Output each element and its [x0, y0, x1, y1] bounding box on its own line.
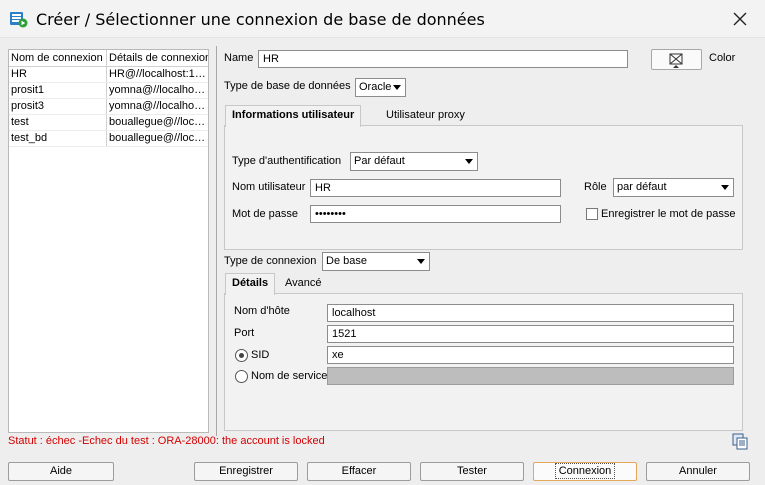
copy-icon[interactable] — [732, 433, 749, 450]
sid-radio[interactable] — [235, 349, 248, 362]
tab-proxy-user[interactable]: Utilisateur proxy — [380, 106, 471, 127]
status-message: Statut : échec -Echec du test : ORA-2800… — [8, 435, 325, 447]
connection-list-header: Nom de connexion Détails de connexion — [9, 50, 208, 67]
connection-row-test[interactable]: test bouallegue@//localhost:1521/xe — [9, 115, 208, 131]
connection-name: test_bd — [9, 131, 107, 146]
tab-user-info[interactable]: Informations utilisateur — [225, 105, 362, 127]
service-name-radio[interactable] — [235, 370, 248, 383]
name-field[interactable]: HR — [258, 50, 628, 68]
password-field[interactable]: •••••••• — [310, 205, 561, 223]
chevron-down-icon — [393, 85, 401, 90]
connection-details: bouallegue@//localhost:1521/xe — [109, 116, 208, 128]
chevron-down-icon — [721, 185, 729, 190]
auth-type-select[interactable]: Par défaut — [350, 152, 478, 171]
connection-details: HR@//localhost:1521/xe — [109, 68, 208, 80]
auth-type-value: Par défaut — [354, 155, 405, 167]
service-name-field — [327, 367, 734, 385]
color-label: Color — [709, 52, 736, 64]
connect-button-label: Connexion — [554, 463, 616, 479]
window-title: Créer / Sélectionner une connexion de ba… — [36, 10, 485, 29]
help-button[interactable]: Aide — [8, 462, 114, 481]
connection-details: bouallegue@//localhost:1521/xe — [109, 132, 208, 144]
username-field[interactable]: HR — [310, 179, 561, 197]
tab-advanced[interactable]: Avancé — [279, 274, 328, 295]
password-label: Mot de passe — [232, 208, 299, 220]
test-button[interactable]: Tester — [420, 462, 524, 481]
color-button[interactable] — [651, 49, 702, 70]
connection-name: HR — [9, 67, 107, 82]
chevron-down-icon — [417, 259, 425, 264]
host-label: Nom d'hôte — [234, 305, 290, 317]
db-type-label: Type de base de données — [224, 80, 351, 92]
host-field[interactable]: localhost — [327, 304, 734, 322]
close-icon — [733, 12, 747, 26]
clear-button[interactable]: Effacer — [307, 462, 411, 481]
connection-details: yomna@//localhost:1521/xe — [109, 100, 208, 112]
db-type-value: Oracle — [359, 81, 392, 93]
port-field[interactable]: 1521 — [327, 325, 734, 343]
splitter[interactable] — [216, 46, 217, 436]
database-connection-icon — [10, 12, 28, 28]
db-type-select[interactable]: Oracle — [355, 78, 406, 97]
role-select[interactable]: par défaut — [613, 178, 734, 197]
connect-button[interactable]: Connexion — [533, 462, 637, 481]
sid-field[interactable]: xe — [327, 346, 734, 364]
name-label: Name — [224, 52, 254, 64]
dialog-body: Nom de connexion Détails de connexion HR… — [0, 38, 765, 485]
connection-details: yomna@//localhost:1521/xe — [109, 84, 208, 96]
chevron-down-icon — [465, 159, 473, 164]
tab-details[interactable]: Détails — [225, 273, 276, 295]
close-button[interactable] — [722, 4, 758, 34]
connection-list[interactable]: Nom de connexion Détails de connexion HR… — [8, 49, 209, 433]
connection-name: test — [9, 115, 107, 130]
sid-label: SID — [251, 349, 270, 361]
conn-type-label: Type de connexion — [224, 255, 317, 267]
color-picker-icon — [669, 53, 683, 68]
connection-name: prosit1 — [9, 83, 107, 98]
role-value: par défaut — [617, 181, 667, 193]
connection-row-prosit1[interactable]: prosit1 yomna@//localhost:1521/xe — [9, 83, 208, 99]
column-header-name[interactable]: Nom de connexion — [9, 50, 107, 66]
save-button[interactable]: Enregistrer — [194, 462, 298, 481]
save-password-label: Enregistrer le mot de passe — [601, 208, 736, 220]
title-bar: Créer / Sélectionner une connexion de ba… — [0, 0, 765, 38]
conn-type-value: De base — [326, 255, 367, 267]
connection-name: prosit3 — [9, 99, 107, 114]
username-label: Nom utilisateur — [232, 181, 306, 193]
conn-type-select[interactable]: De base — [322, 252, 430, 271]
column-header-details[interactable]: Détails de connexion — [107, 50, 208, 66]
role-label: Rôle — [584, 181, 607, 193]
port-label: Port — [234, 327, 255, 339]
connection-row-hr[interactable]: HR HR@//localhost:1521/xe — [9, 67, 208, 83]
connection-row-test-bd[interactable]: test_bd bouallegue@//localhost:1521/xe — [9, 131, 208, 147]
service-name-label: Nom de service — [251, 370, 328, 382]
save-password-checkbox[interactable] — [586, 208, 598, 220]
cancel-button[interactable]: Annuler — [646, 462, 750, 481]
auth-type-label: Type d'authentification — [232, 155, 342, 167]
connection-row-prosit3[interactable]: prosit3 yomna@//localhost:1521/xe — [9, 99, 208, 115]
